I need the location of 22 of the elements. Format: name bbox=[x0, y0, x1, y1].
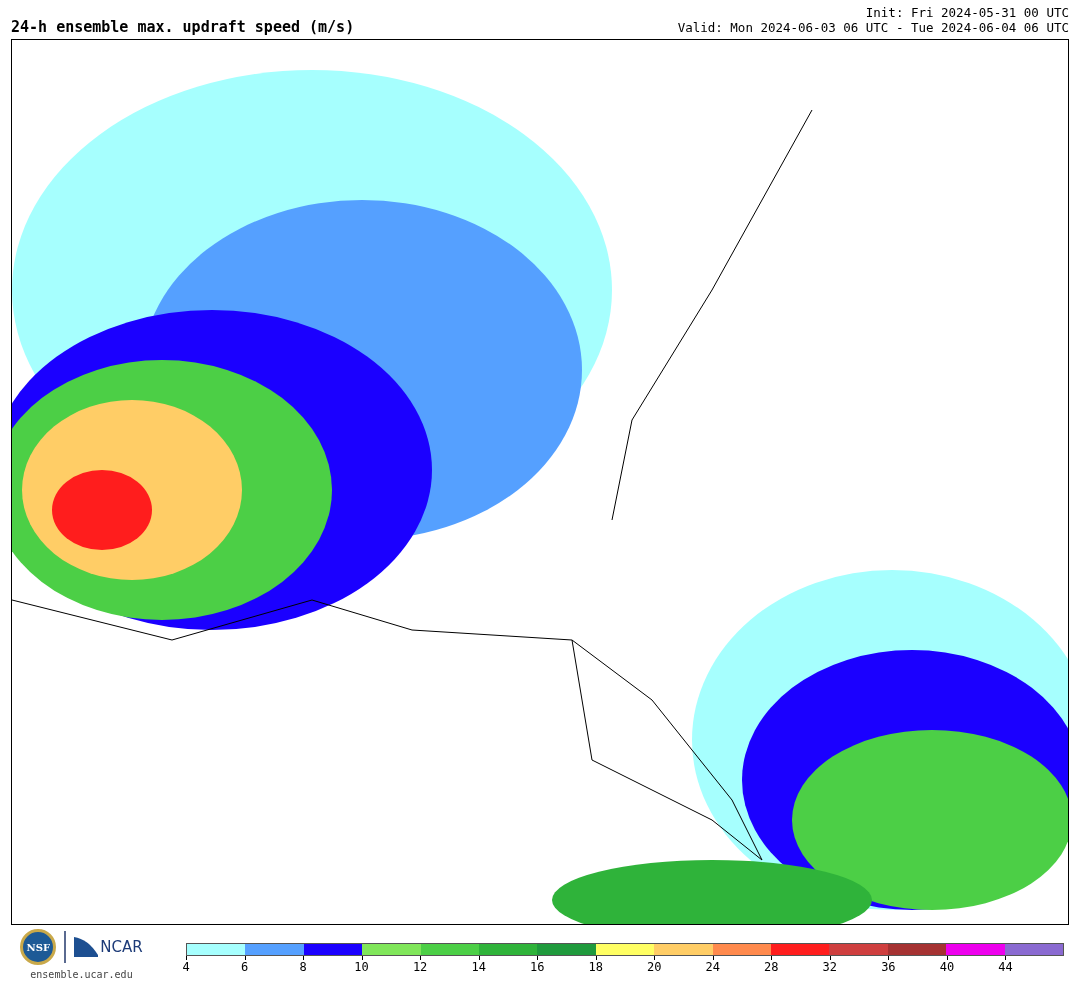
scale-label: 4 bbox=[182, 961, 190, 973]
swoosh-icon bbox=[74, 937, 99, 957]
site-url: ensemble.ucar.edu bbox=[30, 968, 133, 982]
scale-label: 36 bbox=[881, 961, 896, 973]
scale-label: 6 bbox=[240, 961, 249, 973]
scale-label: 20 bbox=[647, 961, 662, 973]
nsf-logo: NSF bbox=[20, 929, 57, 965]
init-time: Init: Fri 2024-05-31 00 UTC bbox=[865, 5, 1069, 20]
scale-label: 28 bbox=[764, 961, 779, 973]
scale-label: 32 bbox=[822, 961, 838, 973]
scale-label: 44 bbox=[998, 961, 1013, 973]
scale-label: 40 bbox=[939, 961, 955, 973]
scale-label: 8 bbox=[299, 961, 307, 973]
scale-label: 24 bbox=[705, 961, 720, 973]
scale-label: 18 bbox=[588, 961, 603, 973]
chart-title: 24-h ensemble max. updraft speed (m/s) bbox=[11, 20, 355, 35]
valid-time: Valid: Mon 2024-06-03 06 UTC - Tue 2024-06-04 06 UTC bbox=[677, 20, 1069, 35]
scale-label: 16 bbox=[529, 961, 545, 973]
scale-label: 14 bbox=[471, 961, 486, 973]
scale-label: 10 bbox=[354, 961, 369, 973]
scale-label: 12 bbox=[412, 961, 428, 973]
ncar-logo: NCAR bbox=[100, 936, 143, 958]
